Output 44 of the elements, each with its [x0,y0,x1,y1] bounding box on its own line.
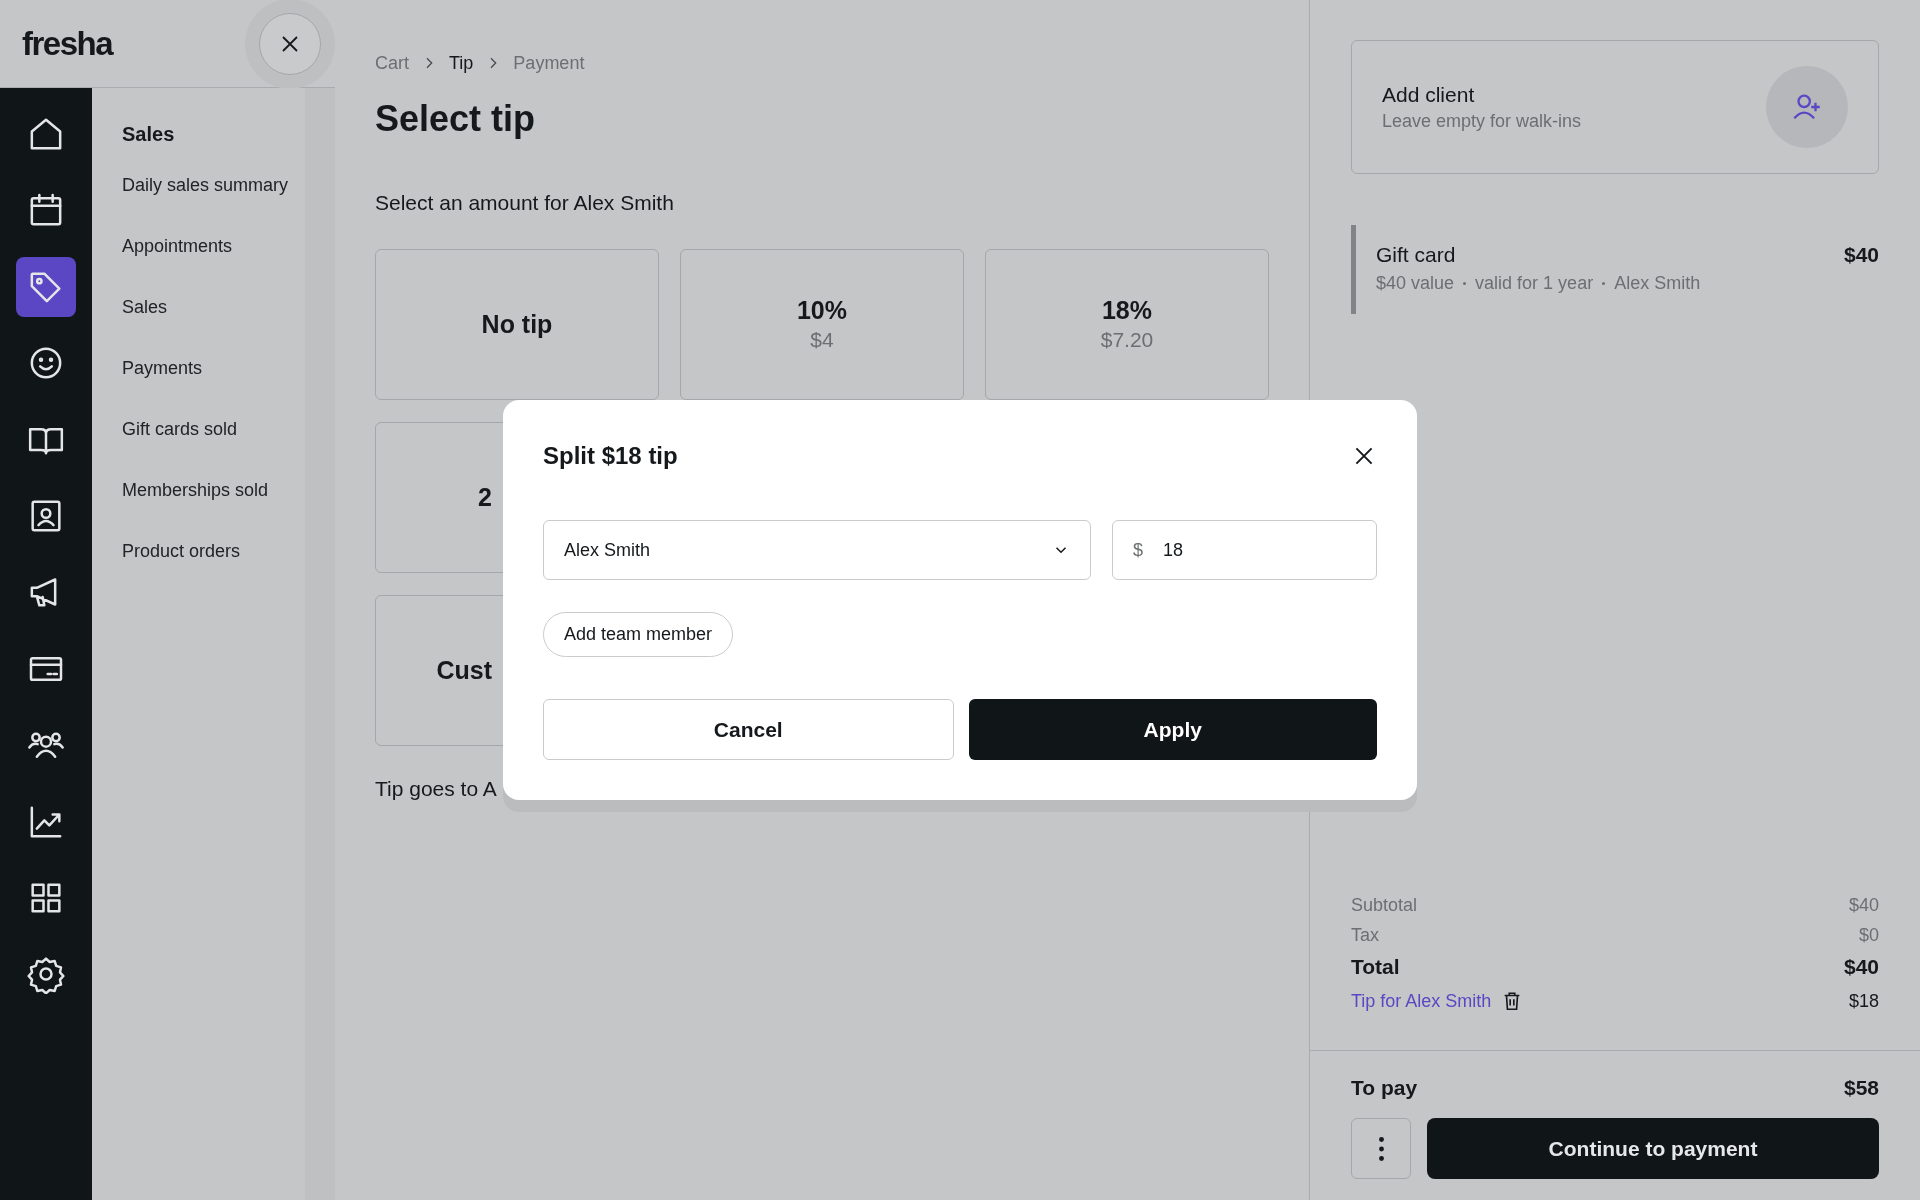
breadcrumb-link[interactable]: Tip [449,52,474,74]
menu-item[interactable]: Daily sales summary [122,170,289,200]
summary-value: $40 [1848,894,1879,917]
continue-button[interactable]: Continue to payment [1427,1118,1879,1179]
summary-value: $0 [1858,924,1879,947]
apply-button[interactable]: Apply [968,699,1377,760]
menu-item[interactable]: Product orders [122,536,241,566]
item-detail: valid for 1 year [1475,272,1594,295]
tip-link[interactable]: Tip for Alex Smith [1351,986,1492,1016]
item-price: $40 [1843,242,1879,268]
summary-label: Tax [1351,924,1379,947]
item-name: Gift card [1376,242,1457,268]
add-team-member-button[interactable]: Add team member [543,612,734,657]
client-title: Add client [1382,82,1476,108]
client-hint: Leave empty for walk-ins [1382,110,1582,133]
to-pay-amount: $58 [1843,1075,1879,1101]
page-title: Select tip [375,97,537,141]
menu-item[interactable]: Sales [122,292,168,322]
amount-field[interactable]: $ 18 [1112,520,1377,580]
team-member-select[interactable]: Alex Smith [543,520,1091,580]
menu-item[interactable]: Payments [122,353,203,383]
dialog-title: Split $18 tip [543,442,678,470]
summary-value: $40 [1843,954,1879,980]
more-icon [1378,1136,1384,1161]
menu-item[interactable]: Memberships sold [122,475,269,505]
summary-label: Subtotal [1351,894,1418,917]
tip-option[interactable]: 10% $4 [680,249,964,400]
summary-value: $18 [1848,990,1879,1013]
menu-item[interactable]: Appointments [122,231,233,261]
page-subtitle: Select an amount for Alex Smith [375,190,674,216]
cancel-button[interactable]: Cancel [543,699,954,760]
to-pay-label: To pay [1351,1075,1418,1101]
cart-item[interactable]: Gift card $40 value valid for 1 year Alex Smith $40 [1351,225,1879,314]
tip-option[interactable]: 18% $7.20 [985,249,1269,400]
logo: fresha [22,24,113,63]
tip-option[interactable]: No tip [375,249,659,400]
menu-item[interactable]: Gift cards sold [122,414,238,444]
add-client-card[interactable]: Add client Leave empty for walk-ins [1351,40,1879,174]
item-detail: Alex Smith [1614,272,1701,295]
item-detail: $40 value [1376,272,1455,295]
menu-heading: Sales [122,122,175,147]
summary-label: Total [1351,954,1400,980]
tip-note: Tip goes to A [375,776,497,802]
nav-rail-button[interactable] [16,256,76,317]
